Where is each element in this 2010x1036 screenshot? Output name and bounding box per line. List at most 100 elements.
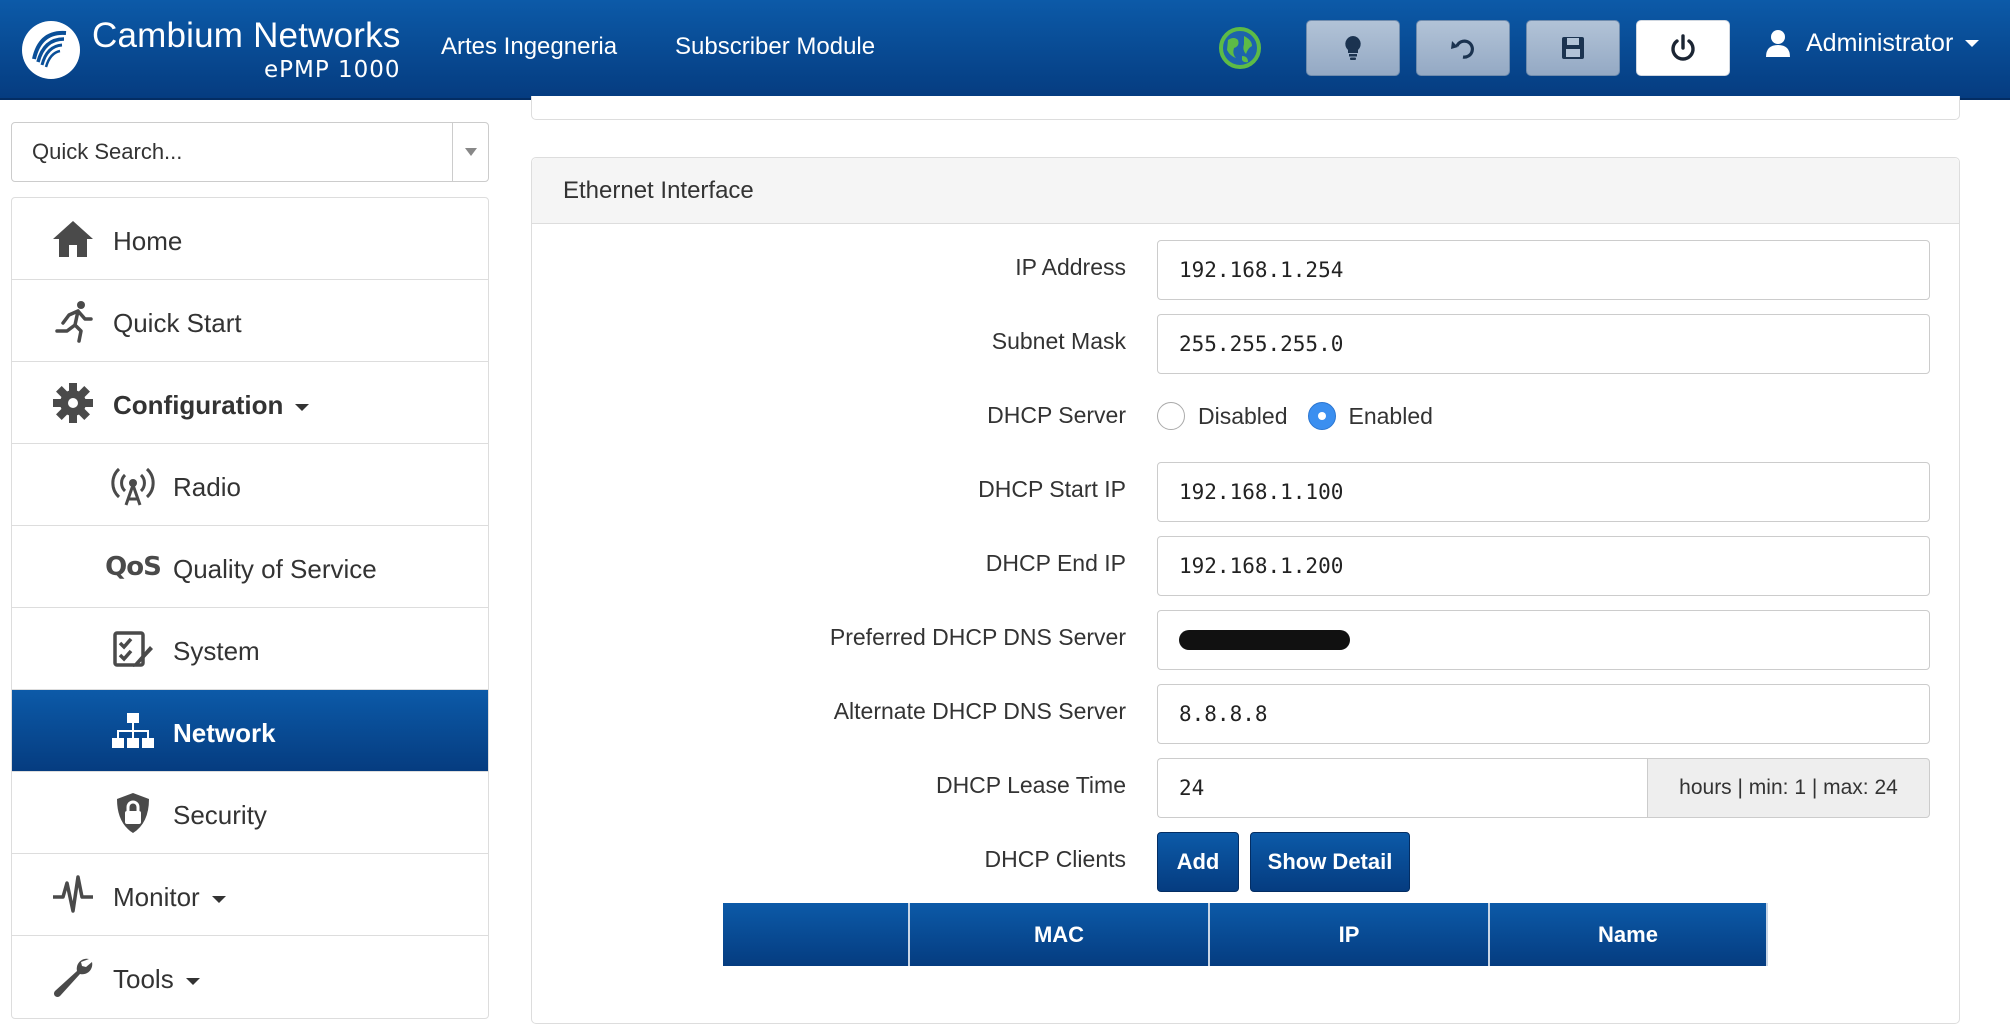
top-navbar: Cambium Networks ePMP 1000 Artes Ingegne…	[0, 0, 2010, 100]
sidebar-item-label: Configuration	[113, 390, 310, 421]
site-name: Artes Ingegneria	[441, 33, 618, 60]
system-icon	[113, 631, 153, 667]
show-detail-button[interactable]: Show Detail	[1250, 832, 1410, 892]
device-mode: Subscriber Module	[675, 33, 876, 60]
field-label: DHCP Clients	[984, 846, 1126, 872]
dhcp-clients-table-header: MAC IP Name	[723, 903, 1768, 966]
brand-model: ePMP 1000	[263, 57, 401, 83]
previous-panel-bottom	[531, 96, 1960, 120]
panel-title: Ethernet Interface	[532, 158, 1959, 224]
sidebar-item-label: Tools	[113, 964, 200, 995]
power-icon	[1671, 34, 1695, 61]
sidebar-menu: Home Quick Start Configuration Radio QoS…	[11, 197, 489, 1019]
preferred-dns-row: Preferred DHCP DNS Server	[532, 610, 1959, 670]
redacted-value	[1179, 630, 1350, 650]
ip-address-input[interactable]: 192.168.1.254	[1157, 240, 1930, 300]
subnet-mask-input[interactable]: 255.255.255.0	[1157, 314, 1930, 374]
running-man-icon	[55, 301, 93, 343]
dhcp-enabled-radio[interactable]	[1307, 402, 1336, 430]
globe-icon[interactable]	[1218, 26, 1262, 70]
brand[interactable]: Cambium Networks ePMP 1000	[20, 14, 401, 86]
home-icon	[53, 221, 93, 257]
add-client-button[interactable]: Add	[1157, 832, 1239, 892]
alternate-dns-input[interactable]: 8.8.8.8	[1157, 684, 1930, 744]
sidebar-item-label: System	[173, 636, 260, 666]
table-header-cell[interactable]: IP	[1210, 903, 1490, 966]
field-label: DHCP End IP	[985, 550, 1126, 576]
radio-tower-icon	[111, 467, 155, 506]
lease-time-input[interactable]: 24	[1157, 758, 1647, 818]
qos-icon: QoS	[105, 552, 162, 582]
chevron-down-icon	[185, 977, 200, 985]
save-icon	[1562, 37, 1584, 59]
chevron-down-icon	[464, 148, 477, 156]
field-label: DHCP Start IP	[978, 476, 1126, 502]
reboot-button[interactable]	[1636, 20, 1730, 76]
dhcp-server-radio-group: Disabled Enabled	[1157, 402, 1453, 430]
radio-label: Enabled	[1348, 402, 1433, 429]
table-header-cell[interactable]: Name	[1490, 903, 1768, 966]
chevron-down-icon	[295, 403, 310, 411]
field-label: DHCP Lease Time	[935, 772, 1126, 798]
subnet-mask-row: Subnet Mask 255.255.255.0	[532, 314, 1959, 374]
user-icon	[1766, 30, 1790, 57]
lease-time-hint: hours | min: 1 | max: 24	[1647, 758, 1930, 818]
sidebar-item-tools[interactable]: Tools	[12, 936, 488, 1018]
field-label: IP Address	[1015, 254, 1126, 280]
field-label: Preferred DHCP DNS Server	[829, 624, 1126, 650]
lease-time-row: DHCP Lease Time 24 hours | min: 1 | max:…	[532, 758, 1959, 818]
ip-address-row: IP Address 192.168.1.254	[532, 240, 1959, 300]
lightbulb-icon	[1345, 36, 1361, 60]
help-button[interactable]	[1306, 20, 1400, 76]
lock-icon	[117, 793, 149, 833]
dhcp-disabled-radio[interactable]	[1157, 402, 1185, 430]
chevron-down-icon	[1965, 39, 1980, 47]
preferred-dns-input[interactable]	[1157, 610, 1930, 670]
quick-search[interactable]: Quick Search...	[11, 122, 489, 182]
wrench-icon	[53, 958, 93, 998]
dhcp-server-row: DHCP Server Disabled Enabled	[532, 388, 1959, 448]
sidebar-item-quick-start[interactable]: Quick Start	[12, 280, 488, 362]
ethernet-interface-panel: Ethernet Interface IP Address 192.168.1.…	[531, 157, 1960, 1024]
reset-button[interactable]	[1416, 20, 1510, 76]
sidebar-item-system[interactable]: System	[12, 608, 488, 690]
sidebar-item-label: Quick Start	[113, 308, 242, 338]
alternate-dns-row: Alternate DHCP DNS Server 8.8.8.8	[532, 684, 1959, 744]
undo-icon	[1451, 39, 1474, 59]
brand-name: Cambium Networks	[92, 16, 401, 55]
gear-icon	[53, 383, 93, 423]
search-input[interactable]: Quick Search...	[12, 139, 452, 165]
dhcp-end-ip-input[interactable]: 192.168.1.200	[1157, 536, 1930, 596]
sidebar-item-monitor[interactable]: Monitor	[12, 854, 488, 936]
cambium-logo-icon	[22, 21, 80, 79]
sidebar-item-home[interactable]: Home	[12, 198, 488, 280]
field-label: Subnet Mask	[991, 328, 1126, 354]
chevron-down-icon	[211, 895, 226, 903]
dhcp-clients-row: DHCP Clients Add Show Detail	[532, 832, 1959, 892]
save-button[interactable]	[1526, 20, 1620, 76]
sidebar-item-radio[interactable]: Radio	[12, 444, 488, 526]
pulse-icon	[53, 875, 93, 913]
field-label: Alternate DHCP DNS Server	[833, 698, 1126, 724]
sidebar-item-configuration[interactable]: Configuration	[12, 362, 488, 444]
sidebar-item-label: Monitor	[113, 882, 226, 913]
sidebar-item-label: Network	[173, 718, 276, 748]
sidebar-item-label: Quality of Service	[173, 554, 377, 584]
search-dropdown-toggle[interactable]	[452, 123, 488, 181]
sidebar-item-label: Radio	[173, 472, 241, 502]
dhcp-start-ip-input[interactable]: 192.168.1.100	[1157, 462, 1930, 522]
sidebar-item-qos[interactable]: QoS Quality of Service	[12, 526, 488, 608]
user-name: Administrator	[1806, 28, 1954, 57]
table-header-cell[interactable]	[723, 903, 910, 966]
table-header-cell[interactable]: MAC	[910, 903, 1210, 966]
dhcp-start-row: DHCP Start IP 192.168.1.100	[532, 462, 1959, 522]
user-menu[interactable]: Administrator	[1764, 28, 1980, 58]
radio-label: Disabled	[1198, 402, 1288, 429]
sidebar-item-security[interactable]: Security	[12, 772, 488, 854]
sidebar-item-network[interactable]: Network	[12, 690, 488, 772]
network-icon	[112, 713, 154, 748]
sidebar-item-label: Home	[113, 226, 183, 256]
dhcp-end-row: DHCP End IP 192.168.1.200	[532, 536, 1959, 596]
sidebar-item-label: Security	[173, 800, 267, 830]
field-label: DHCP Server	[987, 402, 1126, 428]
